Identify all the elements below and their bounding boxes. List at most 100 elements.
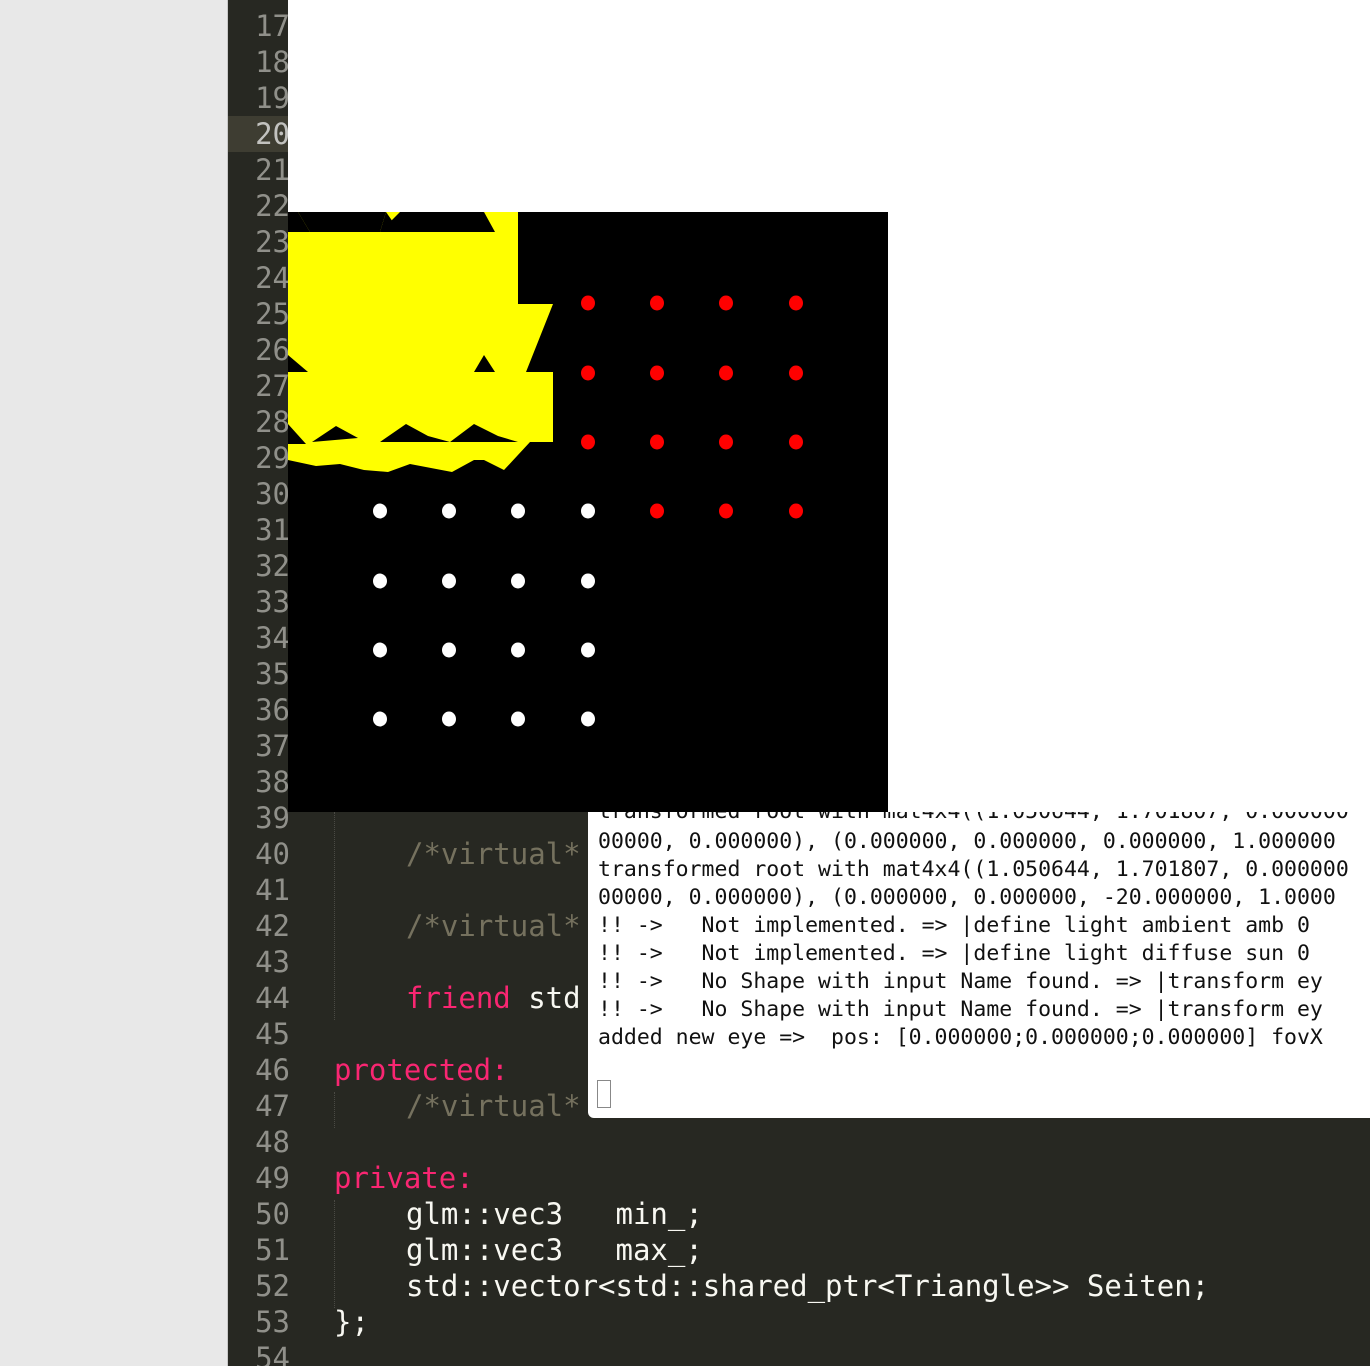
white-dot [581, 503, 595, 519]
white-dot [373, 503, 387, 519]
white-dot [581, 711, 595, 727]
white-dot [373, 711, 387, 727]
line-number: 35 [255, 657, 290, 691]
white-dot [442, 711, 456, 727]
red-dot [650, 503, 664, 519]
terminal-line: 00000, 0.000000), (0.000000, 0.000000, -… [598, 885, 1336, 910]
terminal-line: added new eye => pos: [0.000000;0.000000… [598, 1025, 1323, 1050]
line-number: 20 [228, 116, 290, 152]
line-number: 17 [255, 9, 290, 43]
rendered-scene [288, 212, 803, 727]
code-line-51: glm::vec3 max_; [406, 1233, 703, 1267]
indent-guide [334, 1200, 335, 1308]
line-number: 36 [255, 693, 290, 727]
line-number: 34 [255, 621, 290, 655]
line-number: 21 [255, 153, 290, 187]
terminal-line: !! -> No Shape with input Name found. =>… [598, 997, 1323, 1022]
line-number: 39 [255, 801, 290, 835]
line-number: 19 [255, 81, 290, 115]
line-number: 29 [255, 441, 290, 475]
black-notch [288, 212, 310, 232]
render-canvas [288, 212, 888, 812]
line-number: 50 [255, 1197, 290, 1231]
terminal-line: transformed root with mat4x4((1.050644, … [598, 857, 1349, 882]
code-line-52: std::vector<std::shared_ptr<Triangle>> S… [406, 1269, 1210, 1303]
line-number: 18 [255, 45, 290, 79]
red-dot-grid [581, 295, 803, 519]
red-dot [581, 365, 595, 381]
code-line-42: /*virtual* [406, 909, 581, 943]
line-number: 40 [255, 837, 290, 871]
line-number: 37 [255, 729, 290, 763]
line-number: 31 [255, 513, 290, 547]
indent-guide [334, 812, 335, 1020]
yellow-triangles [288, 212, 553, 472]
red-dot [650, 295, 664, 311]
line-number: 38 [255, 765, 290, 799]
terminal-line: !! -> Not implemented. => |define light … [598, 913, 1310, 938]
white-dot [511, 503, 525, 519]
white-dot [511, 642, 525, 658]
line-number: 22 [255, 189, 290, 223]
render-window[interactable] [288, 0, 1370, 812]
code-line-44: friend std [406, 980, 581, 1016]
code-line-49: private: [334, 1161, 474, 1195]
red-dot [789, 295, 803, 311]
code-text: std [510, 981, 581, 1015]
red-dot [581, 434, 595, 450]
white-dot [442, 642, 456, 658]
white-dot [373, 573, 387, 589]
line-number: 25 [255, 297, 290, 331]
red-dot [719, 503, 733, 519]
terminal-cursor[interactable] [597, 1080, 611, 1108]
line-number: 47 [255, 1089, 290, 1123]
terminal-line: !! -> Not implemented. => |define light … [598, 941, 1310, 966]
line-number: 42 [255, 909, 290, 943]
red-dot [789, 503, 803, 519]
line-number: 32 [255, 549, 290, 583]
line-number: 49 [255, 1161, 290, 1195]
red-dot [719, 295, 733, 311]
line-number: 53 [255, 1305, 290, 1339]
keyword-friend: friend [406, 981, 511, 1015]
line-number: 30 [255, 477, 290, 511]
line-number: 26 [255, 333, 290, 367]
white-dot [511, 573, 525, 589]
white-dot [373, 642, 387, 658]
line-number: 43 [255, 945, 290, 979]
white-dot [511, 711, 525, 727]
white-dot [581, 642, 595, 658]
terminal-line: !! -> No Shape with input Name found. =>… [598, 969, 1323, 994]
line-number-gutter: 17 18 19 20 21 22 23 24 25 26 27 28 29 30 31 32 33 34 35 36… [228, 8, 290, 1366]
line-number: 48 [255, 1125, 290, 1159]
white-dot [581, 573, 595, 589]
line-number: 33 [255, 585, 290, 619]
white-dot [442, 503, 456, 519]
line-number: 41 [255, 873, 290, 907]
side-panel [0, 0, 228, 1366]
red-dot [789, 434, 803, 450]
code-line-50: glm::vec3 min_; [406, 1197, 703, 1231]
red-dot [719, 365, 733, 381]
line-number: 28 [255, 405, 290, 439]
code-line-40: /*virtual* [406, 837, 581, 871]
line-number: 51 [255, 1233, 290, 1267]
white-dot [442, 573, 456, 589]
line-number: 45 [255, 1017, 290, 1051]
line-number: 54 [255, 1341, 290, 1366]
white-dot-grid [373, 503, 595, 727]
code-line-47: /*virtual* [406, 1089, 581, 1123]
line-number: 24 [255, 261, 290, 295]
terminal-output[interactable]: transformed root with mat4x4((1.050644, … [588, 812, 1370, 1118]
red-dot [789, 365, 803, 381]
red-dot [650, 434, 664, 450]
red-dot [581, 295, 595, 311]
indent-guide [334, 1092, 335, 1128]
line-number: 46 [255, 1053, 290, 1087]
line-number: 23 [255, 225, 290, 259]
line-number: 52 [255, 1269, 290, 1303]
line-number: 27 [255, 369, 290, 403]
code-line-46: protected: [334, 1053, 509, 1087]
red-dot [719, 434, 733, 450]
line-number: 44 [255, 981, 290, 1015]
